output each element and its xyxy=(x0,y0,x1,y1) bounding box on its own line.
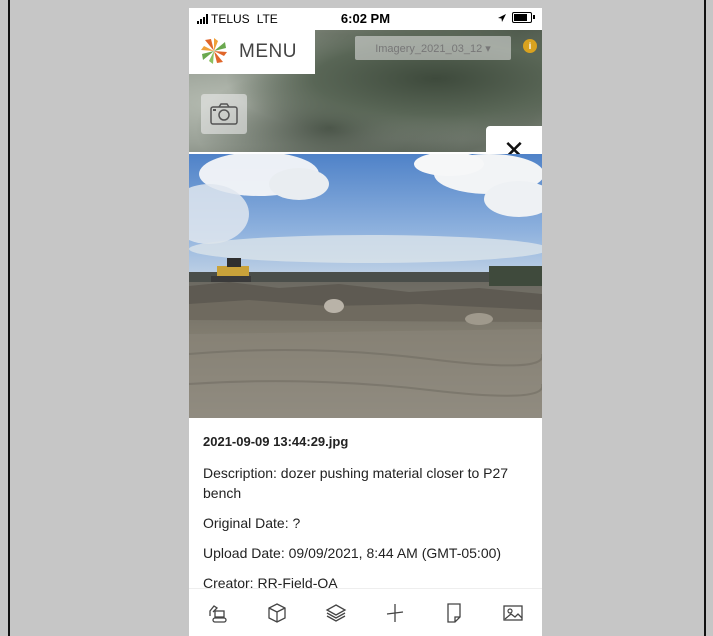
layers-icon xyxy=(325,604,347,622)
note-icon xyxy=(447,603,461,623)
menu-label: MENU xyxy=(239,41,297,62)
photo-filename: 2021-09-09 13:44:29.jpg xyxy=(203,434,349,449)
phone-screen: TELUS LTE 6:02 PM MENU Imagery_2021_03_1… xyxy=(189,8,542,636)
clock: 6:02 PM xyxy=(340,11,391,26)
bottom-toolbar xyxy=(189,588,542,636)
measure-tool-button[interactable] xyxy=(377,595,413,631)
layers-tool-button[interactable] xyxy=(318,595,354,631)
note-tool-button[interactable] xyxy=(436,595,472,631)
imagery-selector[interactable]: Imagery_2021_03_12 ▾ xyxy=(355,36,511,60)
upload-date: Upload Date: 09/09/2021, 8:44 AM (GMT-05… xyxy=(203,545,502,561)
photo-image xyxy=(189,154,542,418)
status-right xyxy=(497,12,535,23)
location-arrow-icon xyxy=(498,13,506,22)
camera-icon xyxy=(210,103,238,125)
left-frame-line xyxy=(8,0,10,636)
original-date: Original Date: ? xyxy=(203,515,301,531)
image-icon xyxy=(502,605,523,621)
status-bar: TELUS LTE 6:02 PM xyxy=(189,8,542,30)
excavator-icon xyxy=(209,605,228,623)
measure-icon xyxy=(386,604,403,622)
3d-box-tool-button[interactable] xyxy=(259,595,295,631)
image-tool-button[interactable] xyxy=(495,595,531,631)
photo-description: Description: dozer pushing material clos… xyxy=(203,465,509,501)
info-badge[interactable]: i xyxy=(523,39,537,53)
battery-icon xyxy=(512,12,535,23)
right-frame-line xyxy=(704,0,706,636)
menu-button[interactable]: MENU xyxy=(189,30,315,74)
excavator-tool-button[interactable] xyxy=(200,595,236,631)
box-3d-icon xyxy=(268,603,286,623)
satellite-map[interactable]: MENU Imagery_2021_03_12 ▾ i ✕ xyxy=(189,30,542,174)
photo-details: 2021-09-09 13:44:29.jpg Description: doz… xyxy=(189,418,542,591)
site-photo xyxy=(189,154,542,418)
camera-button[interactable] xyxy=(201,94,247,134)
app-logo-icon xyxy=(201,38,227,64)
